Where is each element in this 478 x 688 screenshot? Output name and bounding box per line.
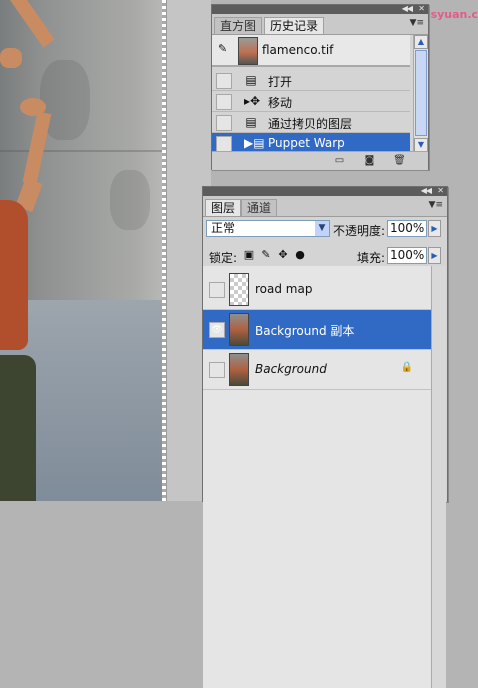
layer-name: Background 副本 [255, 324, 355, 338]
panel-menu-icon[interactable]: ▼≡ [429, 200, 443, 210]
history-panel: ◀◀ ✕ 直方图 历史记录 ▼≡ ✎ flamenco.tif ▤ 打开 ▸✥ … [211, 4, 429, 170]
state-icon: ▤ [245, 73, 257, 87]
layers-panel-titlebar[interactable]: ◀◀ ✕ [203, 186, 447, 196]
layer-thumbnail [229, 353, 249, 386]
scroll-up-icon[interactable]: ▲ [414, 35, 428, 49]
layer-thumbnail [229, 313, 249, 346]
opacity-slider-icon[interactable]: ▶ [428, 220, 441, 237]
layer-name: Background [255, 362, 327, 376]
layer-row-selected[interactable]: 👁 Background 副本 [203, 310, 431, 350]
layers-panel-tabs: 图层 通道 ▼≡ [203, 196, 447, 217]
move-tool-icon: ▸✥ [244, 94, 261, 108]
wall-seam [0, 150, 166, 152]
history-brush-source-checkbox[interactable] [216, 94, 232, 110]
opacity-field[interactable]: 100% ▶ [387, 220, 441, 237]
fill-slider-icon[interactable]: ▶ [428, 247, 441, 264]
red-top [0, 200, 28, 350]
new-snapshot-icon[interactable]: ◙ [363, 155, 376, 166]
opacity-label: 不透明度: [333, 224, 386, 238]
tab-layers[interactable]: 图层 [205, 199, 242, 216]
dark-skirt [0, 355, 36, 501]
layer-thumbnail [229, 273, 249, 306]
lock-transparent-icon[interactable]: ▣ [243, 249, 255, 261]
history-state-label: 移动 [268, 96, 293, 110]
lock-all-icon[interactable]: ● [294, 249, 306, 261]
forearm [22, 111, 52, 185]
visibility-toggle[interactable] [209, 282, 225, 298]
wall-stain [110, 170, 150, 230]
lock-icon: 🔒 [400, 362, 413, 373]
scroll-thumb[interactable] [415, 50, 427, 136]
history-state-label: 通过拷贝的图层 [268, 117, 353, 131]
layers-scrollbar[interactable] [431, 266, 446, 688]
history-panel-tabs: 直方图 历史记录 ▼≡ [212, 14, 428, 35]
fill-label: 填充: [357, 251, 386, 265]
history-content: ✎ flamenco.tif ▤ 打开 ▸✥ 移动 ▤ 通过拷贝的图层 ▶▤ P… [212, 35, 428, 154]
history-state[interactable]: ▤ 通过拷贝的图层 [212, 112, 410, 133]
tab-history[interactable]: 历史记录 [264, 17, 325, 34]
eye-icon[interactable]: 👁 [209, 322, 225, 338]
opacity-value: 100% [390, 221, 425, 235]
shoulder [0, 48, 22, 68]
lock-position-icon[interactable]: ✥ [277, 249, 289, 261]
tab-histogram[interactable]: 直方图 [214, 17, 263, 34]
snapshot-row[interactable]: ✎ flamenco.tif [212, 35, 410, 67]
snapshot-thumbnail [238, 37, 258, 65]
raised-arm [10, 0, 55, 48]
scroll-down-icon[interactable]: ▼ [414, 138, 428, 152]
brush-source-icon[interactable]: ✎ [218, 42, 227, 55]
delete-state-icon[interactable]: 🗑 [393, 155, 406, 166]
history-panel-titlebar[interactable]: ◀◀ ✕ [212, 4, 428, 14]
lock-label: 锁定: [209, 251, 238, 265]
history-state-label: 打开 [268, 75, 293, 89]
fill-field[interactable]: 100% ▶ [387, 247, 441, 264]
history-state[interactable]: ▤ 打开 [212, 70, 410, 91]
blend-row: 正常 ▼ 不透明度: 100% ▶ [203, 218, 447, 242]
chevron-down-icon[interactable]: ▼ [315, 221, 329, 236]
fill-value: 100% [390, 248, 425, 262]
layers-panel: ◀◀ ✕ 图层 通道 ▼≡ 正常 ▼ 不透明度: 100% ▶ 锁定: ▣ ✎ … [202, 186, 448, 688]
snapshot-name: flamenco.tif [262, 43, 334, 57]
blend-mode-select[interactable]: 正常 ▼ [206, 220, 330, 237]
history-state[interactable]: ▸✥ 移动 [212, 91, 410, 112]
panel-menu-icon[interactable]: ▼≡ [410, 18, 424, 28]
visibility-toggle[interactable] [209, 362, 225, 378]
tab-channels[interactable]: 通道 [241, 199, 278, 216]
history-scrollbar[interactable]: ▲ ▼ [413, 35, 428, 152]
layer-row[interactable]: Background 🔒 [203, 350, 431, 390]
history-brush-source-checkbox[interactable] [216, 73, 232, 89]
layer-name: road map [255, 282, 313, 296]
lock-image-icon[interactable]: ✎ [260, 249, 272, 261]
history-state-label: Puppet Warp [268, 136, 345, 150]
history-brush-source-checkbox[interactable] [216, 115, 232, 131]
history-footer: ▭ ◙ 🗑 [212, 151, 428, 170]
new-document-from-state-icon[interactable]: ▭ [333, 155, 346, 166]
state-icon: ▶▤ [244, 136, 265, 150]
layer-row[interactable]: road map [203, 270, 431, 310]
blend-mode-value: 正常 [211, 221, 236, 235]
state-icon: ▤ [245, 115, 257, 129]
history-brush-source-checkbox[interactable] [216, 136, 232, 152]
document-canvas[interactable] [0, 0, 166, 501]
layers-list: road map 👁 Background 副本 Background 🔒 [203, 266, 446, 688]
